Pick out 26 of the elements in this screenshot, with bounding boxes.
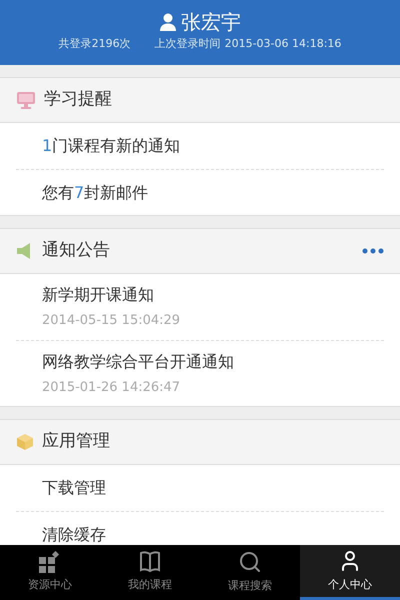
section-title: 通知公告 [42,239,110,262]
section-title: 学习提醒 [44,88,112,112]
user-name: 张宏宇 [181,12,241,32]
item-date: 2014-05-15 15:04:29 [42,312,182,330]
more-icon[interactable] [362,248,384,254]
list-item[interactable]: 1门课程有新的通知 [42,134,358,158]
tab[interactable]: 个人中心 [300,545,400,600]
list-item[interactable]: 网络教学综合平台开通通知 [42,350,358,374]
person-icon [159,13,177,32]
list-item[interactable]: 清除缓存 [42,522,358,545]
login-count: 共登录2196次 [58,36,131,52]
monitor-icon [16,91,36,109]
grid-icon [38,551,62,574]
list-item[interactable]: 新学期开课通知 [42,283,358,308]
section-title: 应用管理 [42,430,110,454]
item-date: 2015-01-26 14:26:47 [42,378,182,397]
list-item[interactable]: 下载管理 [42,476,358,500]
tab[interactable]: 课程搜索 [200,545,300,600]
search-icon [238,550,262,574]
box-icon [16,433,34,451]
book-icon [137,551,163,574]
list-item[interactable]: 您有7封新邮件 [42,180,358,204]
last-login-time: 2015-03-06 14:18:16 [224,36,342,52]
last-login-label: 上次登录时间 [154,36,221,52]
tab[interactable]: 资源中心 [0,545,100,600]
tab[interactable]: 我的课程 [100,545,200,600]
